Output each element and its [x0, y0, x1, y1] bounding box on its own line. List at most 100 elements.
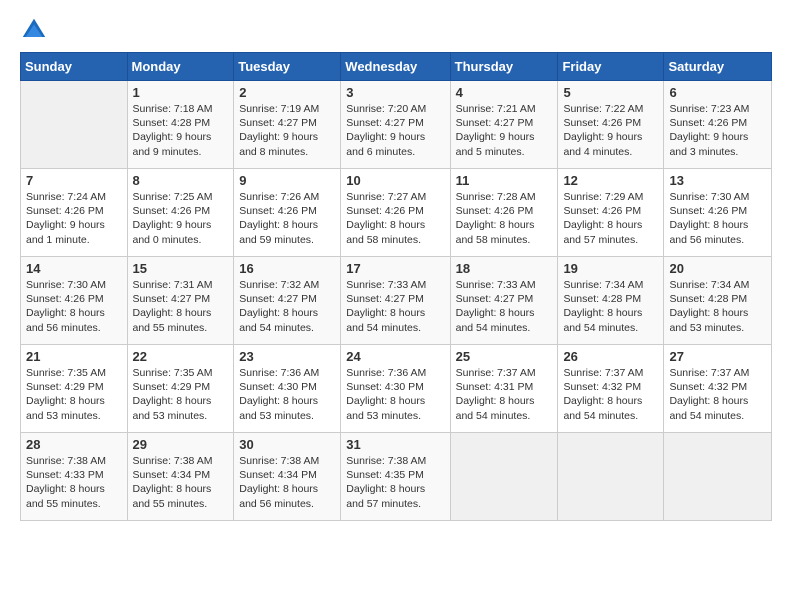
day-number: 6 — [669, 85, 766, 100]
day-number: 28 — [26, 437, 122, 452]
calendar-day-cell: 7 Sunrise: 7:24 AMSunset: 4:26 PMDaylight… — [21, 169, 128, 257]
day-number: 4 — [456, 85, 553, 100]
calendar-day-cell: 26 Sunrise: 7:37 AMSunset: 4:32 PMDayligh… — [558, 345, 664, 433]
day-info: Sunrise: 7:25 AMSunset: 4:26 PMDaylight:… — [133, 190, 229, 247]
calendar-day-cell: 24Sunrise: 7:36 AMSunset: 4:30 PMDayligh… — [341, 345, 450, 433]
day-info: Sunrise: 7:23 AMSunset: 4:26 PMDaylight:… — [669, 102, 766, 159]
calendar-table: SundayMondayTuesdayWednesdayThursdayFrid… — [20, 52, 772, 521]
day-info: Sunrise: 7:20 AMSunset: 4:27 PMDaylight:… — [346, 102, 444, 159]
calendar-day-cell: 13 Sunrise: 7:30 AMSunset: 4:26 PMDayligh… — [664, 169, 772, 257]
day-info: Sunrise: 7:30 AMSunset: 4:26 PMDaylight:… — [26, 278, 122, 335]
calendar-week-row: 28 Sunrise: 7:38 AMSunset: 4:33 PMDayligh… — [21, 433, 772, 521]
day-info: Sunrise: 7:36 AMSunset: 4:30 PMDaylight:… — [239, 366, 335, 423]
calendar-day-cell: 3 Sunrise: 7:20 AMSunset: 4:27 PMDaylight… — [341, 81, 450, 169]
day-info: Sunrise: 7:35 AMSunset: 4:29 PMDaylight:… — [133, 366, 229, 423]
day-number: 22 — [133, 349, 229, 364]
day-number: 9 — [239, 173, 335, 188]
day-number: 25 — [456, 349, 553, 364]
day-info: Sunrise: 7:28 AMSunset: 4:26 PMDaylight:… — [456, 190, 553, 247]
day-number: 21 — [26, 349, 122, 364]
calendar-day-cell: 19 Sunrise: 7:34 AMSunset: 4:28 PMDayligh… — [558, 257, 664, 345]
day-info: Sunrise: 7:27 AMSunset: 4:26 PMDaylight:… — [346, 190, 444, 247]
day-number: 11 — [456, 173, 553, 188]
calendar-day-cell: 31Sunrise: 7:38 AMSunset: 4:35 PMDayligh… — [341, 433, 450, 521]
day-info: Sunrise: 7:29 AMSunset: 4:26 PMDaylight:… — [563, 190, 658, 247]
day-number: 20 — [669, 261, 766, 276]
day-info: Sunrise: 7:38 AMSunset: 4:35 PMDaylight:… — [346, 454, 444, 511]
day-number: 8 — [133, 173, 229, 188]
day-number: 10 — [346, 173, 444, 188]
calendar-day-cell: 21 Sunrise: 7:35 AMSunset: 4:29 PMDayligh… — [21, 345, 128, 433]
day-info: Sunrise: 7:34 AMSunset: 4:28 PMDaylight:… — [563, 278, 658, 335]
calendar-day-cell: 20 Sunrise: 7:34 AMSunset: 4:28 PMDayligh… — [664, 257, 772, 345]
calendar-day-header: Wednesday — [341, 53, 450, 81]
calendar-day-header: Sunday — [21, 53, 128, 81]
calendar-week-row: 21 Sunrise: 7:35 AMSunset: 4:29 PMDayligh… — [21, 345, 772, 433]
day-number: 23 — [239, 349, 335, 364]
calendar-day-cell: 4Sunrise: 7:21 AMSunset: 4:27 PMDaylight… — [450, 81, 558, 169]
day-info: Sunrise: 7:37 AMSunset: 4:32 PMDaylight:… — [563, 366, 658, 423]
day-number: 13 — [669, 173, 766, 188]
page-container: SundayMondayTuesdayWednesdayThursdayFrid… — [0, 0, 792, 531]
calendar-day-cell: 22 Sunrise: 7:35 AMSunset: 4:29 PMDayligh… — [127, 345, 234, 433]
day-info: Sunrise: 7:22 AMSunset: 4:26 PMDaylight:… — [563, 102, 658, 159]
day-number: 3 — [346, 85, 444, 100]
day-info: Sunrise: 7:26 AMSunset: 4:26 PMDaylight:… — [239, 190, 335, 247]
day-number: 16 — [239, 261, 335, 276]
calendar-day-header: Saturday — [664, 53, 772, 81]
day-info: Sunrise: 7:31 AMSunset: 4:27 PMDaylight:… — [133, 278, 229, 335]
calendar-day-cell: 18Sunrise: 7:33 AMSunset: 4:27 PMDayligh… — [450, 257, 558, 345]
day-info: Sunrise: 7:37 AMSunset: 4:31 PMDaylight:… — [456, 366, 553, 423]
calendar-day-header: Tuesday — [234, 53, 341, 81]
calendar-day-cell — [450, 433, 558, 521]
calendar-day-cell: 27 Sunrise: 7:37 AMSunset: 4:32 PMDayligh… — [664, 345, 772, 433]
calendar-day-cell: 12Sunrise: 7:29 AMSunset: 4:26 PMDayligh… — [558, 169, 664, 257]
calendar-day-cell: 23 Sunrise: 7:36 AMSunset: 4:30 PMDayligh… — [234, 345, 341, 433]
calendar-day-cell: 14 Sunrise: 7:30 AMSunset: 4:26 PMDayligh… — [21, 257, 128, 345]
day-info: Sunrise: 7:38 AMSunset: 4:34 PMDaylight:… — [133, 454, 229, 511]
day-number: 2 — [239, 85, 335, 100]
day-number: 19 — [563, 261, 658, 276]
calendar-day-cell: 30 Sunrise: 7:38 AMSunset: 4:34 PMDayligh… — [234, 433, 341, 521]
day-info: Sunrise: 7:18 AMSunset: 4:28 PMDaylight:… — [133, 102, 229, 159]
day-number: 26 — [563, 349, 658, 364]
calendar-day-header: Friday — [558, 53, 664, 81]
day-info: Sunrise: 7:19 AMSunset: 4:27 PMDaylight:… — [239, 102, 335, 159]
calendar-day-cell: 6 Sunrise: 7:23 AMSunset: 4:26 PMDaylight… — [664, 81, 772, 169]
calendar-day-cell: 29 Sunrise: 7:38 AMSunset: 4:34 PMDayligh… — [127, 433, 234, 521]
calendar-header-row: SundayMondayTuesdayWednesdayThursdayFrid… — [21, 53, 772, 81]
day-number: 27 — [669, 349, 766, 364]
day-info: Sunrise: 7:38 AMSunset: 4:34 PMDaylight:… — [239, 454, 335, 511]
calendar-day-cell: 2 Sunrise: 7:19 AMSunset: 4:27 PMDaylight… — [234, 81, 341, 169]
logo — [20, 16, 52, 44]
day-number: 30 — [239, 437, 335, 452]
day-number: 1 — [133, 85, 229, 100]
day-info: Sunrise: 7:38 AMSunset: 4:33 PMDaylight:… — [26, 454, 122, 511]
day-info: Sunrise: 7:35 AMSunset: 4:29 PMDaylight:… — [26, 366, 122, 423]
day-info: Sunrise: 7:30 AMSunset: 4:26 PMDaylight:… — [669, 190, 766, 247]
day-info: Sunrise: 7:37 AMSunset: 4:32 PMDaylight:… — [669, 366, 766, 423]
calendar-day-cell: 9 Sunrise: 7:26 AMSunset: 4:26 PMDaylight… — [234, 169, 341, 257]
day-number: 17 — [346, 261, 444, 276]
logo-icon — [20, 16, 48, 44]
day-number: 7 — [26, 173, 122, 188]
day-info: Sunrise: 7:36 AMSunset: 4:30 PMDaylight:… — [346, 366, 444, 423]
calendar-day-cell: 5 Sunrise: 7:22 AMSunset: 4:26 PMDaylight… — [558, 81, 664, 169]
calendar-day-header: Thursday — [450, 53, 558, 81]
calendar-day-cell: 15 Sunrise: 7:31 AMSunset: 4:27 PMDayligh… — [127, 257, 234, 345]
day-number: 14 — [26, 261, 122, 276]
calendar-day-cell: 1 Sunrise: 7:18 AMSunset: 4:28 PMDaylight… — [127, 81, 234, 169]
calendar-day-header: Monday — [127, 53, 234, 81]
calendar-day-cell: 16Sunrise: 7:32 AMSunset: 4:27 PMDayligh… — [234, 257, 341, 345]
day-number: 15 — [133, 261, 229, 276]
calendar-day-cell — [21, 81, 128, 169]
day-number: 29 — [133, 437, 229, 452]
calendar-day-cell: 28 Sunrise: 7:38 AMSunset: 4:33 PMDayligh… — [21, 433, 128, 521]
day-info: Sunrise: 7:34 AMSunset: 4:28 PMDaylight:… — [669, 278, 766, 335]
calendar-day-cell: 8 Sunrise: 7:25 AMSunset: 4:26 PMDaylight… — [127, 169, 234, 257]
day-number: 5 — [563, 85, 658, 100]
day-info: Sunrise: 7:33 AMSunset: 4:27 PMDaylight:… — [346, 278, 444, 335]
day-info: Sunrise: 7:24 AMSunset: 4:26 PMDaylight:… — [26, 190, 122, 247]
day-number: 18 — [456, 261, 553, 276]
calendar-week-row: 7 Sunrise: 7:24 AMSunset: 4:26 PMDaylight… — [21, 169, 772, 257]
